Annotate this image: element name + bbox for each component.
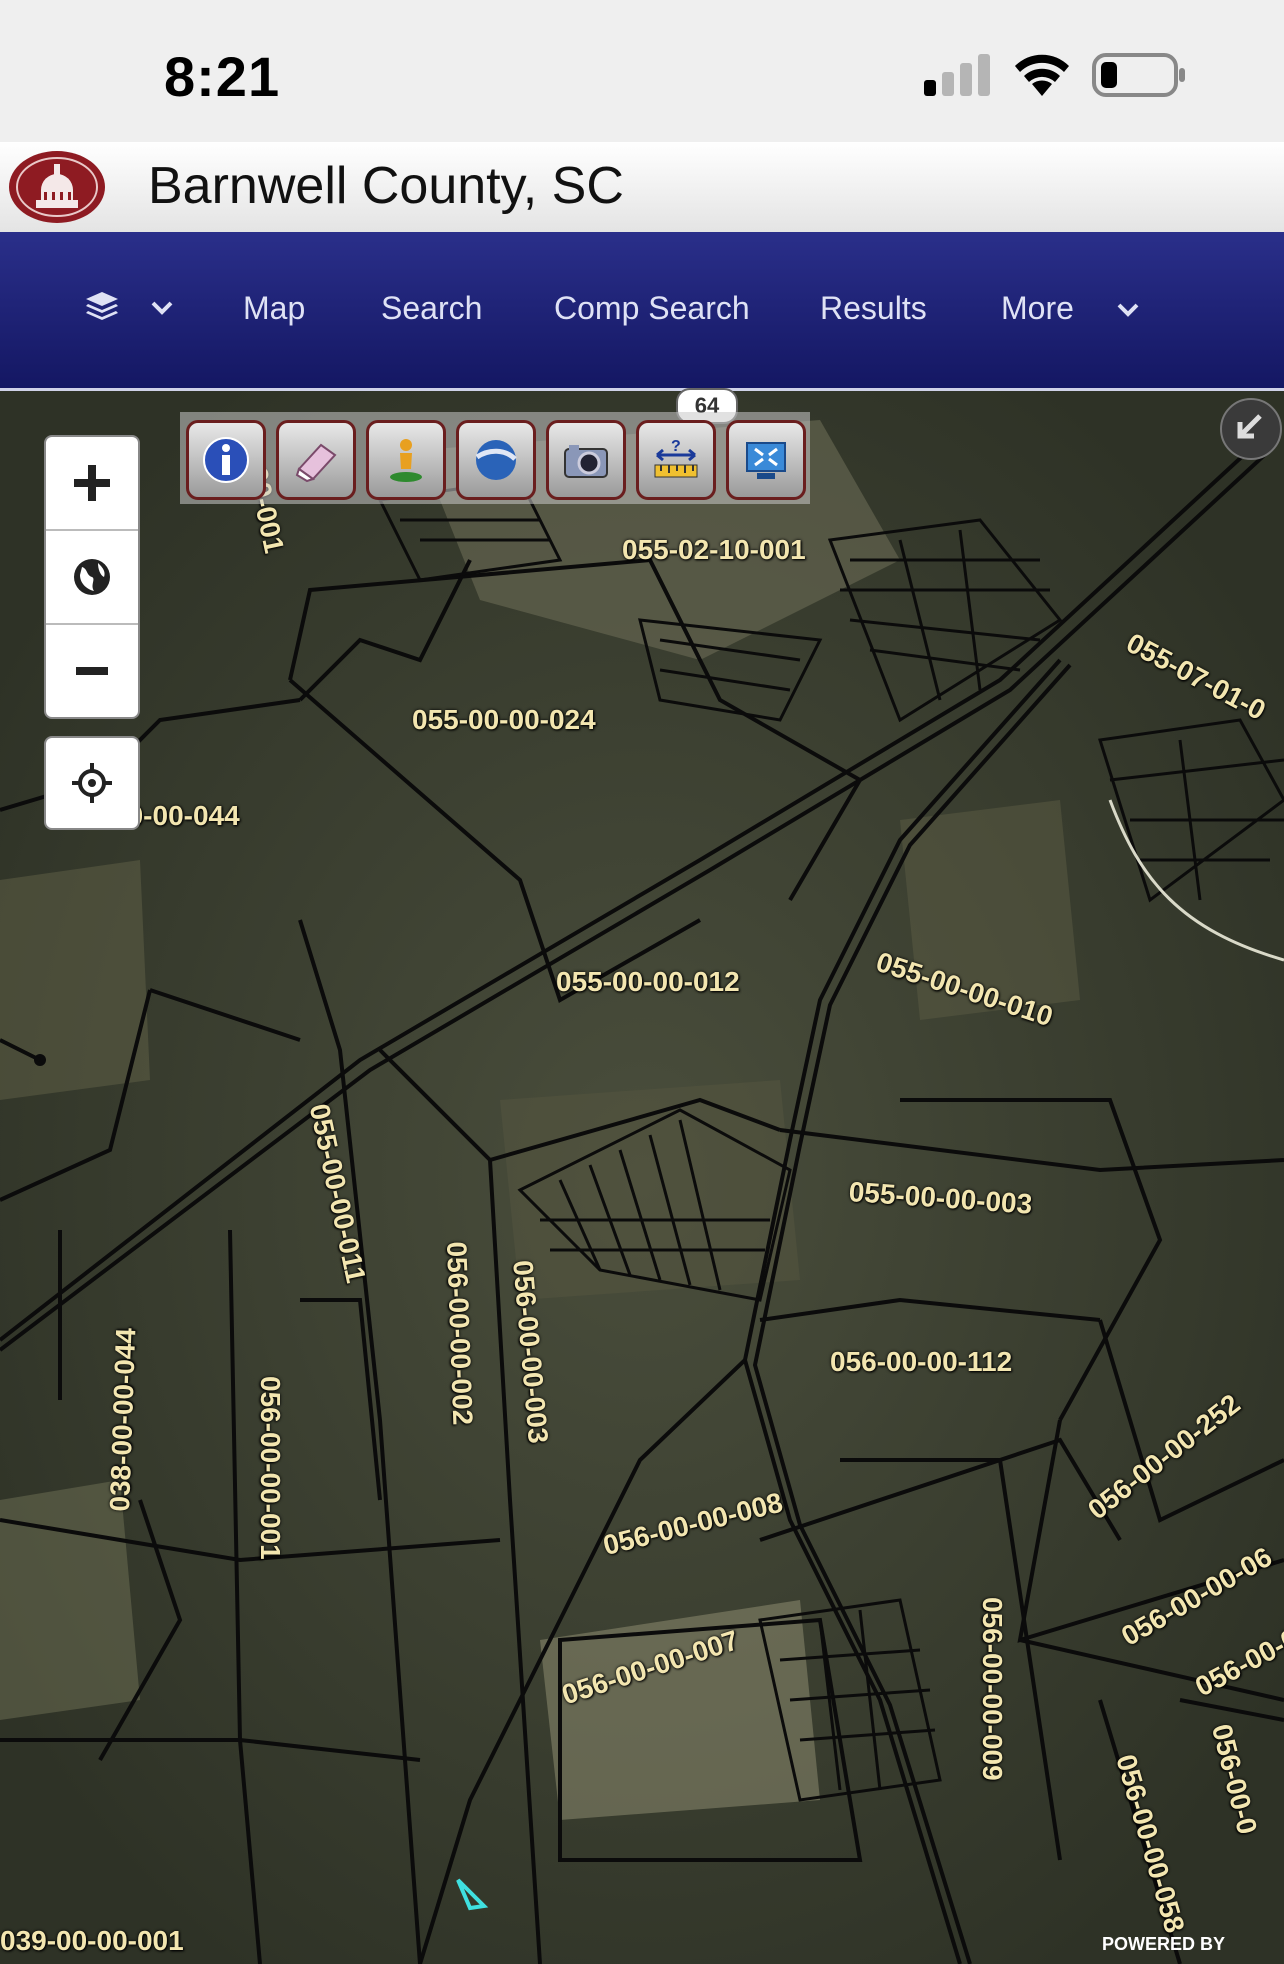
cellular-signal-icon bbox=[924, 54, 990, 96]
parcel-label[interactable]: 039-00-00-001 bbox=[0, 1925, 184, 1957]
parcel-label[interactable]: 055-00-00-024 bbox=[412, 704, 596, 736]
map-canvas[interactable]: 055-02-10-001 055-00-00-024 055-00-00-04… bbox=[0, 391, 1284, 1964]
eraser-button[interactable] bbox=[276, 420, 356, 500]
google-earth-button[interactable] bbox=[456, 420, 536, 500]
world-icon bbox=[74, 559, 110, 595]
locate-button[interactable] bbox=[44, 736, 140, 830]
powered-by-label: POWERED BY bbox=[1102, 1934, 1226, 1954]
zoom-in-button[interactable] bbox=[46, 437, 138, 529]
map-toolbar: ? bbox=[180, 412, 810, 504]
plus-icon bbox=[74, 465, 110, 501]
chevron-down-icon bbox=[151, 301, 173, 315]
status-time: 8:21 bbox=[164, 45, 281, 108]
crosshair-icon bbox=[72, 763, 112, 803]
full-extent-icon bbox=[746, 442, 786, 479]
parcel-label[interactable]: 056-00-00-009 bbox=[976, 1597, 1008, 1781]
measure-button[interactable]: ? bbox=[636, 420, 716, 500]
more-chevron-down-icon[interactable] bbox=[1116, 302, 1140, 318]
identify-button[interactable] bbox=[186, 420, 266, 500]
zoom-control bbox=[44, 435, 140, 719]
eraser-icon bbox=[295, 443, 337, 483]
parcel-label[interactable]: 056-00-00-002 bbox=[440, 1241, 478, 1426]
layers-menu-button[interactable] bbox=[84, 286, 180, 332]
parcel-label[interactable]: 055-02-10-001 bbox=[622, 534, 806, 566]
battery-icon bbox=[1092, 53, 1185, 97]
expand-arrow-icon bbox=[1237, 414, 1262, 439]
info-icon bbox=[203, 437, 249, 483]
parcel-label[interactable]: 055-00-00-012 bbox=[556, 966, 740, 998]
app-title: Barnwell County, SC bbox=[148, 157, 624, 215]
minus-icon bbox=[76, 667, 108, 675]
zoom-world-button[interactable] bbox=[46, 531, 138, 623]
camera-icon bbox=[564, 445, 608, 478]
zoom-out-button[interactable] bbox=[46, 625, 138, 717]
parcel-label[interactable]: 056-00-00-112 bbox=[830, 1346, 1012, 1378]
photo-button[interactable] bbox=[546, 420, 626, 500]
svg-text:?: ? bbox=[671, 438, 681, 455]
parcel-label[interactable]: 038-00-00-044 bbox=[104, 1327, 142, 1512]
nav-more[interactable]: More bbox=[1001, 290, 1074, 327]
status-bar: 8:21 bbox=[0, 0, 1284, 142]
nav-search[interactable]: Search bbox=[381, 290, 482, 327]
ruler-icon: ? bbox=[654, 438, 698, 478]
layers-icon bbox=[86, 292, 118, 320]
parcel-label[interactable]: 056-00-00-001 bbox=[254, 1376, 286, 1560]
parcel-lines bbox=[0, 391, 1284, 1964]
nav-map[interactable]: Map bbox=[243, 290, 305, 327]
street-view-icon bbox=[390, 439, 422, 482]
county-logo bbox=[9, 151, 105, 223]
street-view-button[interactable] bbox=[366, 420, 446, 500]
nav-results[interactable]: Results bbox=[820, 290, 927, 327]
expand-button[interactable] bbox=[1220, 398, 1282, 460]
nav-comp-search[interactable]: Comp Search bbox=[554, 290, 750, 327]
globe-icon bbox=[475, 440, 517, 480]
full-extent-button[interactable] bbox=[726, 420, 806, 500]
wifi-icon bbox=[1015, 54, 1069, 96]
